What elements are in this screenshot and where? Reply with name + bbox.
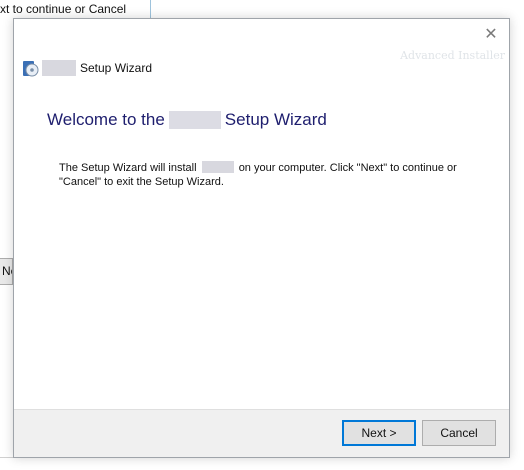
next-button[interactable]: Next > bbox=[342, 420, 416, 446]
redacted-product-name bbox=[201, 161, 234, 173]
branding-watermark: Advanced Installer bbox=[400, 49, 505, 62]
close-icon: ✕ bbox=[484, 26, 498, 43]
background-divider bbox=[0, 457, 14, 458]
close-button[interactable]: ✕ bbox=[479, 25, 503, 45]
redacted-product-name bbox=[168, 111, 221, 129]
description-part1: The Setup Wizard will install bbox=[59, 162, 197, 174]
welcome-description: The Setup Wizard will install on your co… bbox=[59, 161, 479, 189]
button-bar: Next > Cancel bbox=[14, 409, 509, 457]
dialog-header: Setup Wizard bbox=[22, 59, 152, 77]
welcome-prefix: Welcome to the bbox=[47, 110, 165, 129]
background-next-button[interactable]: Ne bbox=[0, 258, 13, 285]
welcome-heading: Welcome to the Setup Wizard bbox=[47, 110, 327, 130]
welcome-suffix: Setup Wizard bbox=[224, 110, 327, 129]
redacted-product-name bbox=[42, 60, 76, 76]
cancel-button[interactable]: Cancel bbox=[422, 420, 496, 446]
setup-wizard-dialog: ✕ Advanced Installer Setup Wizard Welcom… bbox=[13, 18, 510, 458]
installer-disc-icon bbox=[22, 60, 39, 77]
background-window-text: xt to continue or Cancel bbox=[0, 2, 127, 16]
header-title: Setup Wizard bbox=[80, 61, 153, 75]
background-window-panel bbox=[0, 18, 14, 458]
background-window-titlebar: xt to continue or Cancel bbox=[0, 0, 151, 19]
